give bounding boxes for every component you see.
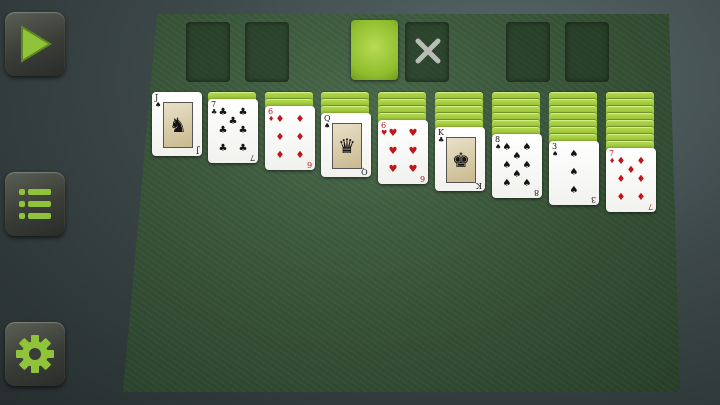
playing-card[interactable]: 3 ♠ 3 ♠ ♠ ♠ (549, 141, 599, 205)
suit-pip: ♦ (616, 174, 626, 185)
foundation-slot[interactable] (245, 22, 289, 82)
playing-card[interactable]: 6 ♥ 6 ♥ ♥ ♥ ♥ ♥ ♥ (378, 120, 428, 184)
card-rank-corner: Q (361, 167, 368, 176)
suit-pip: ♦ (295, 132, 305, 143)
face-card-figure: ♚ (446, 137, 476, 183)
card-pips: ♥ ♥ ♥ ♥ ♥ ♥ (387, 128, 419, 176)
playing-card[interactable]: 8 ♠ 8 ♠ ♠ ♠ ♠ ♠ ♠ ♠ ♠ (492, 134, 542, 198)
stock-pile[interactable] (351, 20, 398, 80)
suit-pip: ♦ (295, 114, 305, 125)
suit-pip: ♠ (522, 178, 532, 189)
suit-pip: ♣ (238, 143, 248, 154)
suit-pip: ♥ (408, 146, 418, 157)
face-card-figure: ♛ (332, 123, 362, 169)
suit-pip: ♦ (636, 192, 646, 203)
suit-pip: ♦ (616, 192, 626, 203)
suit-pip: ♦ (295, 150, 305, 161)
card-rank-corner: 6 (306, 160, 312, 169)
suit-pip: ♠ (502, 178, 512, 189)
suit-pip: ♦ (636, 156, 646, 167)
card-rank-corner: 6 (419, 174, 425, 183)
suit-pip: ♠ (502, 160, 512, 171)
suit-pip: ♣ (218, 107, 228, 118)
card-suit: ♠ (155, 101, 162, 109)
suit-pip: ♥ (408, 128, 418, 139)
card-pips: ♣ ♣ ♣ ♣ ♣ ♣ ♣ (217, 107, 249, 155)
playing-card[interactable]: 7 ♦ 7 ♦ ♦ ♦ ♦ ♦ ♦ ♦ (606, 148, 656, 212)
playing-card[interactable]: 6 ♦ 6 ♦ ♦ ♦ ♦ ♦ ♦ (265, 106, 315, 170)
card-rank-corner: 7 (647, 202, 653, 211)
suit-pip: ♠ (522, 160, 532, 171)
menu-list-icon (19, 189, 51, 219)
settings-button[interactable] (5, 322, 65, 386)
suit-pip: ♦ (275, 114, 285, 125)
card-rank-corner: 3 (590, 195, 596, 204)
suit-pip: ♠ (512, 151, 522, 162)
suit-pip: ♦ (275, 132, 285, 143)
card-suit: ♣ (438, 136, 445, 144)
menu-button[interactable] (5, 172, 65, 236)
suit-pip: ♦ (275, 150, 285, 161)
playing-card[interactable]: 7 ♣ 7 ♣ ♣ ♣ ♣ ♣ ♣ ♣ (208, 99, 258, 163)
card-pips: ♠ ♠ ♠ ♠ ♠ ♠ ♠ ♠ (501, 142, 533, 190)
suit-pip: ♣ (218, 143, 228, 154)
foundation-slot[interactable] (565, 22, 609, 82)
foundation-slot[interactable] (506, 22, 550, 82)
card-pips: ♦ ♦ ♦ ♦ ♦ ♦ (274, 114, 306, 162)
card-rank-corner: K (476, 181, 482, 190)
suit-pip: ♦ (626, 165, 636, 176)
suit-pip: ♠ (512, 169, 522, 180)
x-icon[interactable] (414, 37, 442, 65)
play-triangle-icon (21, 25, 52, 63)
playing-card[interactable]: K ♣ K ♚ (435, 127, 485, 191)
face-card-figure: ♞ (163, 102, 193, 148)
playing-card[interactable]: J ♠ J ♞ (152, 92, 202, 156)
suit-pip: ♣ (228, 116, 238, 127)
card-rank-corner: 8 (533, 188, 539, 197)
suit-pip: ♦ (636, 174, 646, 185)
suit-pip: ♣ (238, 125, 248, 136)
suit-pip: ♥ (408, 164, 418, 175)
gear-icon (16, 335, 54, 373)
suit-pip: ♥ (388, 128, 398, 139)
card-suit: ♠ (324, 122, 331, 130)
suit-pip: ♠ (502, 142, 512, 153)
card-pips: ♦ ♦ ♦ ♦ ♦ ♦ ♦ (615, 156, 647, 204)
card-rank-corner: 7 (249, 153, 255, 162)
suit-pip: ♠ (522, 142, 532, 153)
playing-card[interactable]: Q ♠ Q ♛ (321, 113, 371, 177)
foundation-slot[interactable] (186, 22, 230, 82)
suit-pip: ♠ (569, 185, 579, 196)
card-pips: ♠ ♠ ♠ (558, 149, 590, 197)
suit-pip: ♦ (616, 156, 626, 167)
suit-pip: ♥ (388, 164, 398, 175)
suit-pip: ♠ (569, 167, 579, 178)
card-rank-corner: J (195, 146, 199, 155)
play-button[interactable] (5, 12, 65, 76)
suit-pip: ♥ (388, 146, 398, 157)
suit-pip: ♣ (218, 125, 228, 136)
suit-pip: ♠ (569, 149, 579, 160)
suit-pip: ♣ (238, 107, 248, 118)
